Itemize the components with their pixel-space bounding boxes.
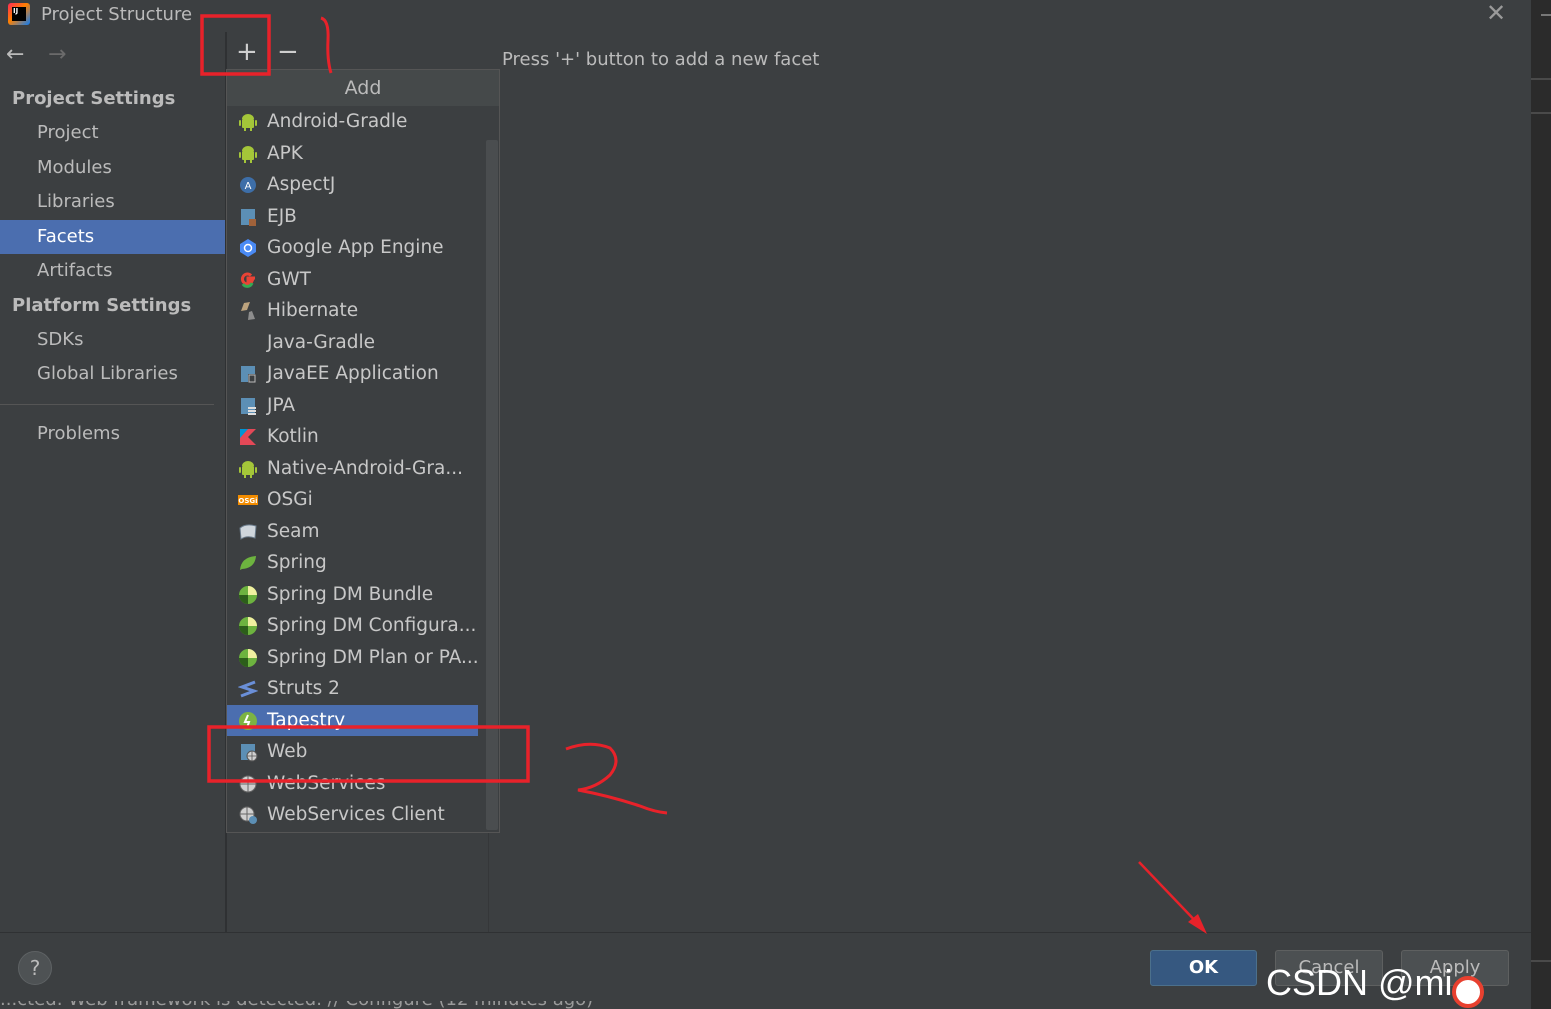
list-item-ejb[interactable]: EJB (227, 201, 485, 233)
forward-arrow-icon[interactable]: → (48, 42, 66, 67)
struts-icon (238, 680, 258, 698)
list-item-spring-dm-plan[interactable]: Spring DM Plan or PA... (227, 642, 485, 674)
jpa-icon (241, 397, 256, 415)
list-item-javaee-application[interactable]: JavaEE Application (227, 358, 485, 390)
help-button[interactable]: ? (18, 951, 52, 985)
intellij-logo-icon: IJ (8, 3, 30, 25)
facet-type-list: Android-Gradle APK A AspectJ EJB Google … (227, 106, 485, 831)
svg-text:A: A (245, 181, 252, 192)
popup-scrollbar[interactable] (486, 140, 498, 830)
sidebar-item-sdks[interactable]: SDKs (0, 323, 226, 358)
annotation-arrowhead (1188, 914, 1207, 934)
settings-sidebar: Project Settings Project Modules Librari… (0, 82, 226, 451)
android-icon (239, 145, 257, 163)
list-item-native-android-gradle[interactable]: Native-Android-Gra... (227, 453, 485, 485)
list-item-aspectj[interactable]: A AspectJ (227, 169, 485, 201)
list-item-hibernate[interactable]: Hibernate (227, 295, 485, 327)
osgi-icon: OSGi (238, 495, 258, 505)
android-icon (239, 460, 257, 478)
web-icon (241, 744, 258, 762)
sidebar-divider (0, 403, 214, 405)
list-item-android-gradle[interactable]: Android-Gradle (227, 106, 485, 138)
sidebar-item-project[interactable]: Project (0, 116, 226, 151)
svg-text:OSGi: OSGi (238, 497, 257, 505)
back-arrow-icon[interactable]: ← (6, 42, 24, 67)
list-item-spring-dm-configuration[interactable]: Spring DM Configura... (227, 610, 485, 642)
kotlin-icon (240, 429, 256, 445)
spring-dm-icon (239, 648, 257, 667)
ejb-icon (241, 208, 256, 226)
add-facet-button[interactable]: + (236, 38, 258, 66)
project-settings-header: Project Settings (12, 88, 176, 109)
android-icon (239, 114, 257, 131)
popup-header: Add (227, 70, 499, 106)
tapestry-icon (239, 711, 257, 730)
hibernate-icon (241, 302, 255, 320)
annotation-step-2 (565, 742, 668, 815)
app-engine-icon (240, 239, 256, 257)
list-item-spring[interactable]: Spring (227, 547, 485, 579)
list-item-webservices[interactable]: WebServices (227, 768, 485, 800)
javaee-icon (241, 366, 256, 383)
seam-icon (239, 523, 257, 540)
close-icon[interactable]: ✕ (1484, 1, 1508, 26)
list-item-jpa[interactable]: JPA (227, 390, 485, 422)
sidebar-item-global-libraries[interactable]: Global Libraries (0, 357, 226, 392)
ok-button[interactable]: OK (1150, 950, 1257, 986)
sidebar-item-artifacts[interactable]: Artifacts (0, 254, 226, 289)
webservices-client-icon (239, 806, 257, 824)
spring-dm-icon (239, 617, 257, 635)
platform-settings-header: Platform Settings (12, 294, 192, 316)
sidebar-item-libraries[interactable]: Libraries (0, 185, 226, 220)
background-window-strip (1531, 0, 1551, 1009)
remove-facet-button[interactable]: − (277, 38, 299, 66)
list-item-struts-2[interactable]: Struts 2 (227, 673, 485, 705)
list-item-google-app-engine[interactable]: Google App Engine (227, 232, 485, 264)
list-item-webservices-client[interactable]: WebServices Client (227, 799, 485, 831)
annotation-arrow-to-ok (1138, 861, 1205, 931)
gwt-icon (241, 272, 255, 288)
webservices-icon (239, 775, 257, 792)
list-item-spring-dm-bundle[interactable]: Spring DM Bundle (227, 579, 485, 611)
list-item-osgi[interactable]: OSGi OSGi (227, 484, 485, 516)
sidebar-item-problems[interactable]: Problems (0, 417, 226, 452)
spring-icon (240, 556, 256, 570)
status-message: ...cted: Web framework is detected. // C… (0, 1001, 593, 1009)
window-title: Project Structure (41, 4, 193, 25)
csdn-logo-icon (1452, 976, 1484, 1008)
add-facet-popup: Add Android-Gradle APK A AspectJ EJB Goo… (226, 69, 500, 833)
list-item-java-gradle[interactable]: Java-Gradle (227, 327, 485, 359)
footer-divider (0, 932, 1531, 933)
list-item-kotlin[interactable]: Kotlin (227, 421, 485, 453)
list-item-gwt[interactable]: GWT (227, 264, 485, 296)
aspectj-icon: A (240, 177, 256, 193)
spring-dm-icon (239, 585, 257, 604)
csdn-watermark: CSDN @mi... (1266, 962, 1483, 1003)
list-item-web[interactable]: Web (227, 736, 485, 768)
sidebar-item-modules[interactable]: Modules (0, 151, 226, 186)
list-item-seam[interactable]: Seam (227, 516, 485, 548)
list-item-apk[interactable]: APK (227, 138, 485, 170)
sidebar-item-facets[interactable]: Facets (0, 219, 226, 254)
title-bar: IJ Project Structure ✕ (0, 0, 1531, 32)
empty-facets-hint: Press '+' button to add a new facet (502, 49, 820, 70)
list-item-tapestry[interactable]: Tapestry (227, 704, 478, 736)
